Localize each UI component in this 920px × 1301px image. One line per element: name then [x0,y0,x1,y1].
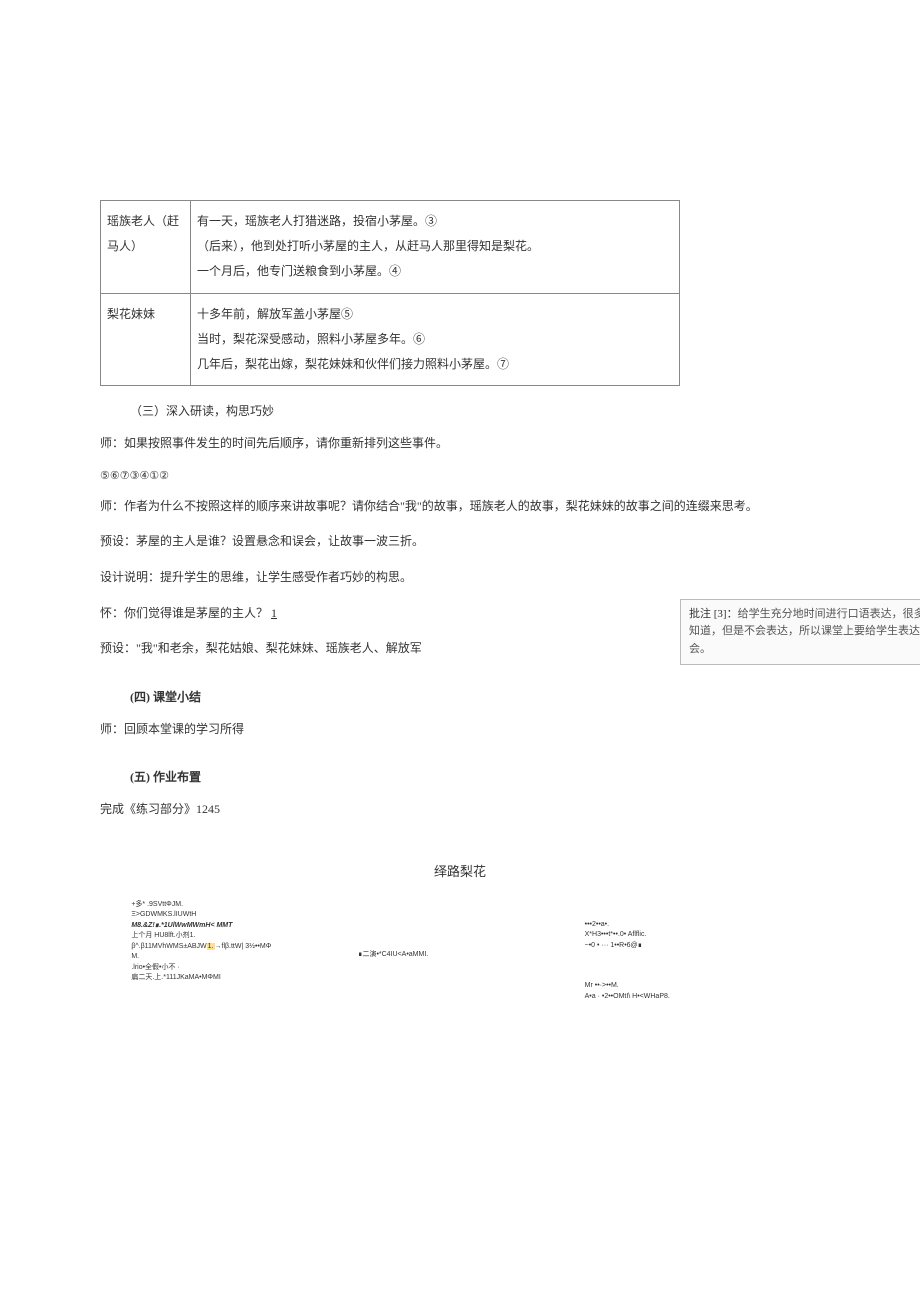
highlight-icon: 1. [207,943,215,950]
event-line: 一个月后，他专门送粮食到小茅屋。④ [197,259,673,284]
diagram-line: Ξ>GDWMKS.lIUWtH [131,910,335,921]
event-line: （后来），他到处打听小茅屋的主人，从赶马人那里得知是梨花。 [197,234,673,259]
question-with-annotation: 怀：你们觉得谁是茅屋的主人？ 1 批注 [3]：给学生充分地时间进行口语表达，很… [100,603,820,625]
person-name: 梨花妹妹 [107,307,155,321]
diagram-title: 绎路梨花 [100,861,820,880]
event-line: 有一天，瑶族老人打猎迷路，投宿小茅屋。③ [197,209,673,234]
diagram-col-3: •••2••a•. X*H3•••t*••.0• Aflflic. ~•0 • … [585,900,789,1003]
diagram-line: .lrio•全假•小不 · [131,963,335,974]
preset-answer-1: 预设：茅屋的主人是谁？设置悬念和误会，让故事一波三折。 [100,531,820,553]
diagram-line: 上个月 HU8lft.小剂1. [131,931,335,942]
notes-diagram: +多* .9SVttΦJM. Ξ>GDWMKS.lIUWtH M8.&Z!∎.*… [100,900,820,1003]
events-cell: 有一天，瑶族老人打猎迷路，投宿小茅屋。③ （后来），他到处打听小茅屋的主人，从赶… [191,201,680,294]
diagram-line: Mr ••·>••M. [585,981,789,992]
diagram-line: ∎二演•*C4IU<A•aMMI. [358,950,562,961]
section-4-text: 师：回顾本堂课的学习所得 [100,719,820,741]
document-page: 瑶族老人（赶马人） 有一天，瑶族老人打猎迷路，投宿小茅屋。③ （后来），他到处打… [0,0,920,1102]
answer-sequence: ⑤⑥⑦③④①② [100,469,820,482]
comment-annotation: 批注 [3]：给学生充分地时间进行口语表达，很多时候都知道，但是不会表达，所以课… [680,599,920,666]
q3-text: 怀：你们觉得谁是茅屋的主人？ [100,606,268,620]
section-3-title: （三）深入研读，构思巧妙 [130,402,820,419]
diagram-col-1: +多* .9SVttΦJM. Ξ>GDWMKS.lIUWtH M8.&Z!∎.*… [131,900,335,1003]
diagram-frag: →flβ.ttW| 3½••MΦ [215,943,272,950]
diagram-line: X*H3•••t*••.0• Aflflic. [585,930,789,941]
diagram-col-2: ∎二演•*C4IU<A•aMMI. [358,900,562,1003]
q3-underline-num: 1 [271,606,277,620]
event-line: 几年后，梨花出嫁，梨花妹妹和伙伴们接力照料小茅屋。⑦ [197,352,673,377]
diagram-line: A•a · •2••OMtI\ H•<WHaP8. [585,992,789,1003]
diagram-spacer [585,951,789,981]
diagram-line: β^.β11MVhWMS±ABJW1.→flβ.ttW| 3½••MΦ [131,942,335,953]
person-cell: 梨花妹妹 [101,293,191,386]
table-row: 瑶族老人（赶马人） 有一天，瑶族老人打猎迷路，投宿小茅屋。③ （后来），他到处打… [101,201,680,294]
table-row: 梨花妹妹 十多年前，解放军盖小茅屋⑤ 当时，梨花深受感动，照料小茅屋多年。⑥ 几… [101,293,680,386]
design-note: 设计说明：提升学生的思维，让学生感受作者巧妙的构思。 [100,567,820,589]
diagram-line: M. [131,952,335,963]
section-5-title: (五) 作业布置 [130,768,820,785]
diagram-line: +多* .9SVttΦJM. [131,900,335,911]
section-5-text: 完成《练习部分》1245 [100,799,820,821]
section-4-title: (四) 课堂小结 [130,688,820,705]
diagram-line: M8.&Z!∎.*1UlWwMWmH< MMT [131,921,335,932]
event-line: 当时，梨花深受感动，照料小茅屋多年。⑥ [197,327,673,352]
diagram-line: 扁二天.上.*111JKaMA•MΦMI [131,973,335,984]
diagram-line: •••2••a•. [585,920,789,931]
teacher-question-1: 师：如果按照事件发生的时间先后顺序，请你重新排列这些事件。 [100,433,820,455]
events-cell: 十多年前，解放军盖小茅屋⑤ 当时，梨花深受感动，照料小茅屋多年。⑥ 几年后，梨花… [191,293,680,386]
diagram-line: ~•0 • ··· 1••R•6@∎ [585,941,789,952]
diagram-frag: β^.β11MVhWMS±ABJW [131,943,206,950]
event-line: 十多年前，解放军盖小茅屋⑤ [197,302,673,327]
person-name: 瑶族老人（赶马人） [107,214,179,253]
person-cell: 瑶族老人（赶马人） [101,201,191,294]
events-table: 瑶族老人（赶马人） 有一天，瑶族老人打猎迷路，投宿小茅屋。③ （后来），他到处打… [100,200,680,386]
annotation-label: 批注 [3]： [689,608,738,620]
teacher-question-2: 师：作者为什么不按照这样的顺序来讲故事呢？请你结合"我"的故事，瑶族老人的故事，… [100,496,820,518]
